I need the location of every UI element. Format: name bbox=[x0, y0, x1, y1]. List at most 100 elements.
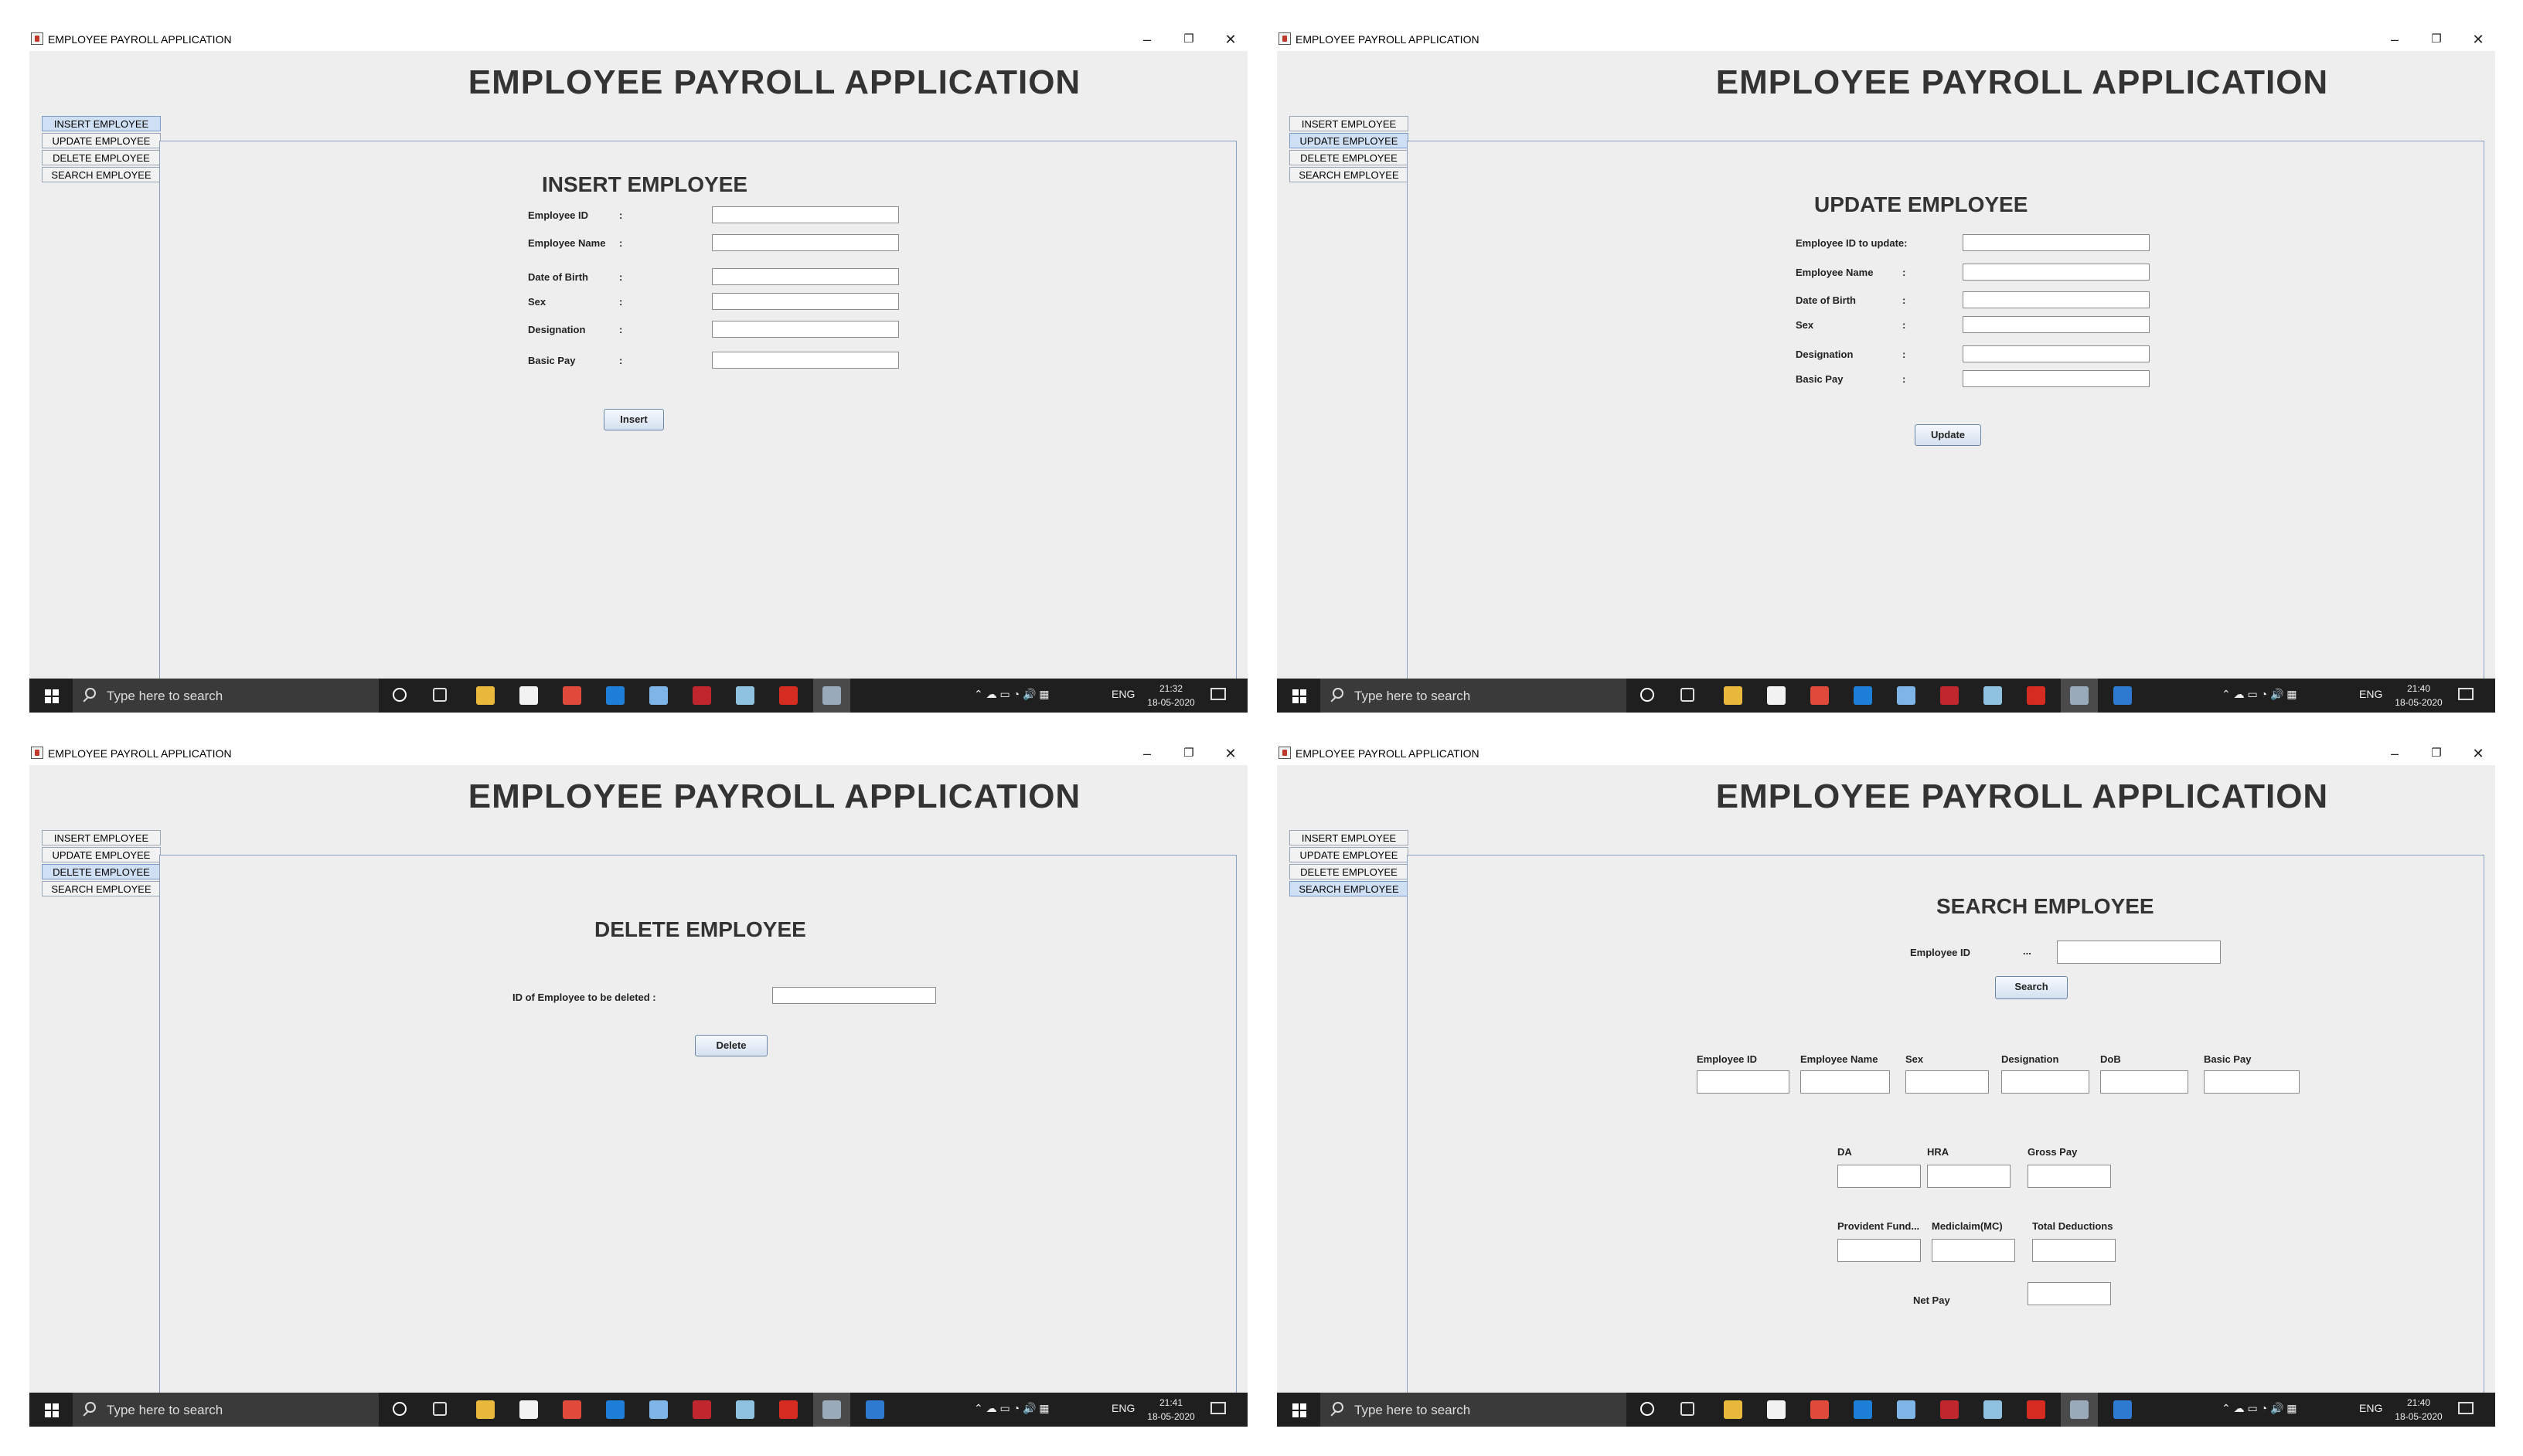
input-employee-id-to-update-[interactable] bbox=[1963, 234, 2150, 251]
input-employee-id[interactable] bbox=[712, 206, 899, 223]
cortana-icon[interactable] bbox=[393, 1402, 407, 1416]
notepad-icon[interactable] bbox=[1983, 1400, 2002, 1419]
result-field[interactable] bbox=[1905, 1070, 1989, 1094]
box-icon[interactable] bbox=[1897, 1400, 1915, 1419]
task-view-icon[interactable] bbox=[433, 1402, 447, 1416]
start-button[interactable] bbox=[29, 1393, 73, 1427]
mcafee-icon[interactable] bbox=[1940, 686, 1959, 705]
store-icon[interactable] bbox=[519, 686, 538, 705]
edge-icon[interactable] bbox=[606, 686, 625, 705]
box-icon[interactable] bbox=[649, 1400, 668, 1419]
result-field[interactable] bbox=[1800, 1070, 1890, 1094]
input-sex[interactable] bbox=[712, 293, 899, 310]
app-icon[interactable] bbox=[2113, 686, 2132, 705]
close-button[interactable]: ✕ bbox=[2466, 31, 2491, 48]
language-indicator[interactable]: ENG bbox=[1112, 688, 1135, 700]
task-view-icon[interactable] bbox=[1680, 688, 1694, 702]
taskbar-search[interactable]: Type here to search bbox=[73, 679, 379, 713]
result-field[interactable] bbox=[2100, 1070, 2188, 1094]
input-designation[interactable] bbox=[712, 321, 899, 338]
mcafee-icon[interactable] bbox=[693, 686, 711, 705]
input-search-id[interactable] bbox=[2057, 941, 2221, 964]
result-field[interactable] bbox=[1932, 1239, 2015, 1262]
input-employee-name[interactable] bbox=[712, 234, 899, 251]
acrobat-icon[interactable] bbox=[779, 1400, 798, 1419]
language-indicator[interactable]: ENG bbox=[2359, 688, 2382, 700]
clock[interactable]: 21:40 18-05-2020 bbox=[2390, 1396, 2447, 1424]
tab-insert-employee[interactable]: INSERT EMPLOYEE bbox=[1289, 830, 1408, 845]
edge-icon[interactable] bbox=[1854, 1400, 1872, 1419]
clock[interactable]: 21:40 18-05-2020 bbox=[2390, 682, 2447, 709]
taskbar-search[interactable]: Type here to search bbox=[73, 1393, 379, 1427]
insert-button[interactable]: Insert bbox=[604, 409, 664, 430]
minimize-button[interactable]: – bbox=[1135, 745, 1159, 762]
notepad-icon[interactable] bbox=[736, 1400, 754, 1419]
title-bar[interactable]: EMPLOYEE PAYROLL APPLICATION – ❐ ✕ bbox=[29, 743, 1248, 765]
chrome-icon[interactable] bbox=[1810, 686, 1829, 705]
cortana-icon[interactable] bbox=[393, 688, 407, 702]
acrobat-icon[interactable] bbox=[2027, 686, 2045, 705]
notification-icon[interactable] bbox=[1210, 688, 1226, 700]
tab-update-employee[interactable]: UPDATE EMPLOYEE bbox=[1289, 847, 1408, 862]
chrome-icon[interactable] bbox=[1810, 1400, 1829, 1419]
store-icon[interactable] bbox=[1767, 1400, 1786, 1419]
taskbar-search[interactable]: Type here to search bbox=[1320, 679, 1626, 713]
input-delete-id[interactable] bbox=[772, 987, 936, 1004]
result-field[interactable] bbox=[2028, 1165, 2111, 1188]
title-bar[interactable]: EMPLOYEE PAYROLL APPLICATION – ❐ ✕ bbox=[1277, 29, 2495, 51]
taskbar-search[interactable]: Type here to search bbox=[1320, 1393, 1626, 1427]
start-button[interactable] bbox=[1277, 1393, 1320, 1427]
tray-icons[interactable]: ⌃ ☁ ▭ ◔ 🔊 ▦ bbox=[974, 688, 1050, 701]
clock[interactable]: 21:32 18-05-2020 bbox=[1142, 682, 1200, 709]
minimize-button[interactable]: – bbox=[2382, 31, 2407, 48]
tab-delete-employee[interactable]: DELETE EMPLOYEE bbox=[42, 150, 161, 165]
notepad-icon[interactable] bbox=[736, 686, 754, 705]
input-date-of-birth[interactable] bbox=[1963, 291, 2150, 308]
cortana-icon[interactable] bbox=[1640, 688, 1654, 702]
tab-update-employee[interactable]: UPDATE EMPLOYEE bbox=[1289, 133, 1408, 148]
file-explorer-icon[interactable] bbox=[476, 686, 495, 705]
result-field[interactable] bbox=[1697, 1070, 1789, 1094]
input-designation[interactable] bbox=[1963, 345, 2150, 362]
edge-icon[interactable] bbox=[1854, 686, 1872, 705]
tab-insert-employee[interactable]: INSERT EMPLOYEE bbox=[42, 830, 161, 845]
java-icon[interactable] bbox=[822, 1400, 841, 1419]
tab-delete-employee[interactable]: DELETE EMPLOYEE bbox=[1289, 864, 1408, 879]
title-bar[interactable]: EMPLOYEE PAYROLL APPLICATION – ❐ ✕ bbox=[29, 29, 1248, 51]
minimize-button[interactable]: – bbox=[2382, 745, 2407, 762]
result-field[interactable] bbox=[2032, 1239, 2116, 1262]
maximize-button[interactable]: ❐ bbox=[1176, 745, 1201, 762]
result-field[interactable] bbox=[1837, 1165, 1921, 1188]
input-basic-pay[interactable] bbox=[712, 352, 899, 369]
start-button[interactable] bbox=[1277, 679, 1320, 713]
java-icon[interactable] bbox=[2070, 686, 2089, 705]
tray-icons[interactable]: ⌃ ☁ ▭ ◔ 🔊 ▦ bbox=[2222, 688, 2297, 701]
tab-delete-employee[interactable]: DELETE EMPLOYEE bbox=[42, 864, 161, 879]
result-field[interactable] bbox=[2001, 1070, 2089, 1094]
title-bar[interactable]: EMPLOYEE PAYROLL APPLICATION – ❐ ✕ bbox=[1277, 743, 2495, 765]
file-explorer-icon[interactable] bbox=[1724, 1400, 1742, 1419]
update-button[interactable]: Update bbox=[1915, 424, 1981, 446]
file-explorer-icon[interactable] bbox=[1724, 686, 1742, 705]
tab-update-employee[interactable]: UPDATE EMPLOYEE bbox=[42, 133, 161, 148]
task-view-icon[interactable] bbox=[1680, 1402, 1694, 1416]
acrobat-icon[interactable] bbox=[2027, 1400, 2045, 1419]
tab-search-employee[interactable]: SEARCH EMPLOYEE bbox=[42, 167, 161, 182]
java-icon[interactable] bbox=[2070, 1400, 2089, 1419]
store-icon[interactable] bbox=[519, 1400, 538, 1419]
task-view-icon[interactable] bbox=[433, 688, 447, 702]
start-button[interactable] bbox=[29, 679, 73, 713]
tab-search-employee[interactable]: SEARCH EMPLOYEE bbox=[42, 881, 161, 896]
close-button[interactable]: ✕ bbox=[1218, 31, 1243, 48]
tab-insert-employee[interactable]: INSERT EMPLOYEE bbox=[1289, 116, 1408, 131]
maximize-button[interactable]: ❐ bbox=[2424, 745, 2449, 762]
clock[interactable]: 21:41 18-05-2020 bbox=[1142, 1396, 1200, 1424]
java-icon[interactable] bbox=[822, 686, 841, 705]
chrome-icon[interactable] bbox=[563, 686, 581, 705]
result-field-net-pay[interactable] bbox=[2028, 1282, 2111, 1305]
input-basic-pay[interactable] bbox=[1963, 370, 2150, 387]
minimize-button[interactable]: – bbox=[1135, 31, 1159, 48]
chrome-icon[interactable] bbox=[563, 1400, 581, 1419]
file-explorer-icon[interactable] bbox=[476, 1400, 495, 1419]
result-field[interactable] bbox=[1927, 1165, 2011, 1188]
